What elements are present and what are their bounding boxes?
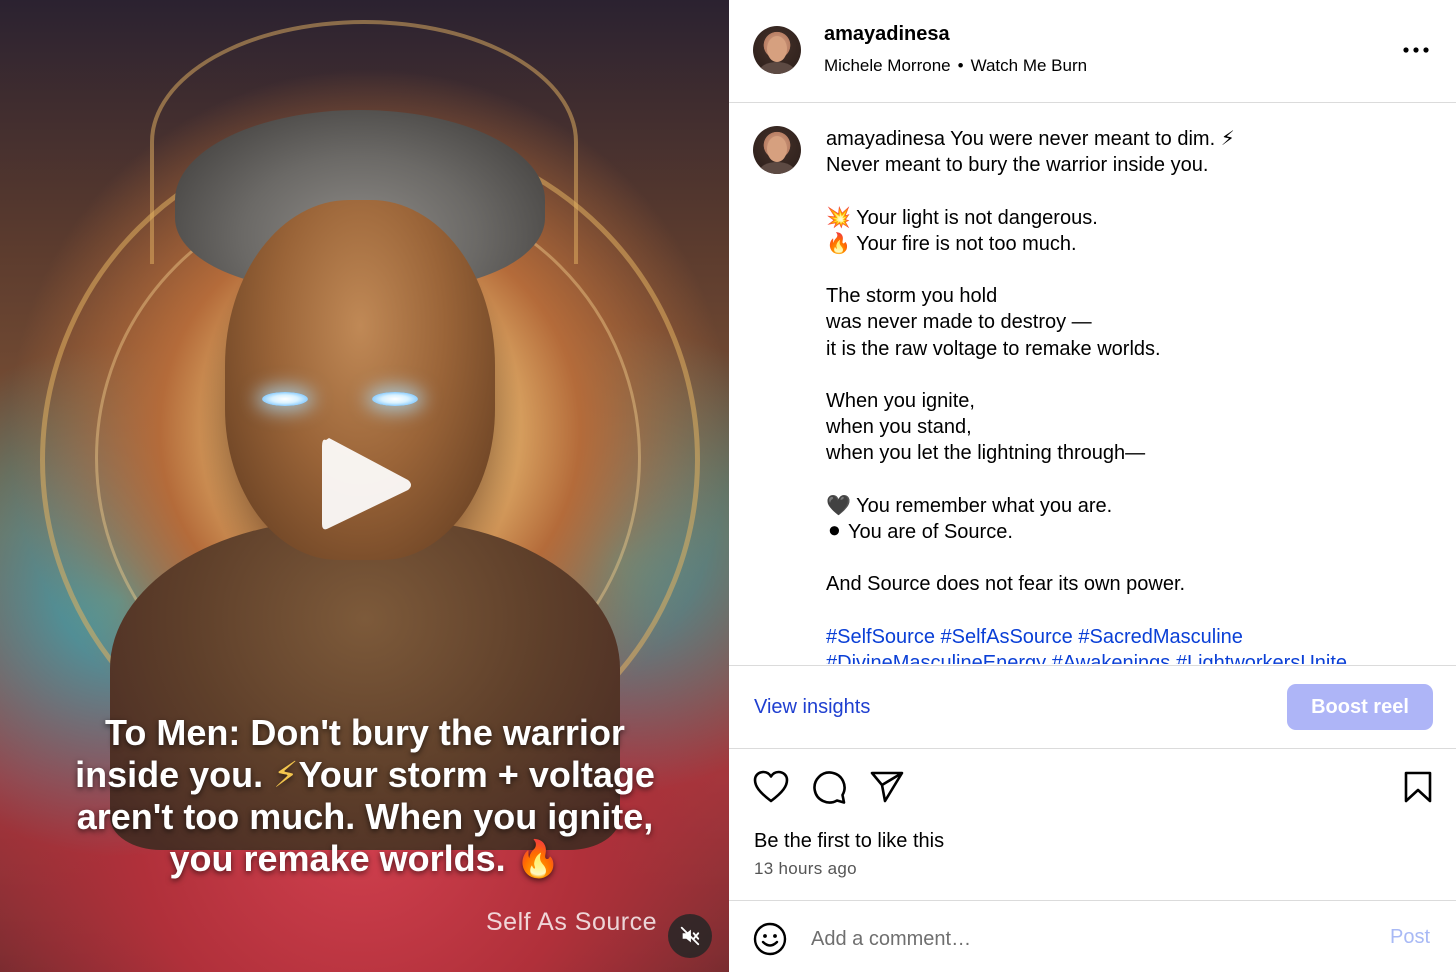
view-insights-link[interactable]: View insights bbox=[754, 696, 870, 719]
heart-icon[interactable] bbox=[753, 770, 789, 809]
overlay-line: you remake worlds. 🔥 bbox=[169, 838, 561, 879]
post-caption: amayadinesa You were never meant to dim.… bbox=[826, 126, 1426, 664]
post-timestamp[interactable]: 13 hours ago bbox=[754, 859, 857, 879]
post-comment-button[interactable]: Post bbox=[1390, 926, 1430, 949]
artist-name[interactable]: Michele Morrone bbox=[824, 56, 951, 75]
caption-line: And Source does not fear its own power. bbox=[826, 573, 1186, 596]
caption-line: The storm you hold bbox=[826, 285, 998, 308]
bookmark-icon[interactable] bbox=[1403, 770, 1433, 809]
hashtags[interactable]: #SelfSource #SelfAsSource #SacredMasculi… bbox=[826, 624, 1426, 650]
audio-attribution[interactable]: Michele Morrone • Watch Me Burn bbox=[824, 56, 1087, 76]
boost-reel-button[interactable]: Boost reel bbox=[1287, 684, 1433, 730]
divider bbox=[729, 748, 1456, 749]
caption-username[interactable]: amayadinesa bbox=[826, 128, 945, 150]
caption-line: 🖤 You remember what you are. bbox=[826, 494, 1113, 517]
likes-text[interactable]: Be the first to like this bbox=[754, 830, 944, 853]
caption-line: 🔥 Your fire is not too much. bbox=[826, 232, 1077, 255]
header-username[interactable]: amayadinesa bbox=[824, 23, 950, 46]
caption-line: ⚫ You are of Source. bbox=[826, 520, 1013, 543]
emoji-icon[interactable] bbox=[753, 922, 787, 956]
caption-line: it is the raw voltage to remake worlds. bbox=[826, 337, 1161, 360]
lightning-icon: ⚡ bbox=[273, 754, 299, 795]
glowing-eye-right bbox=[372, 392, 418, 406]
avatar[interactable] bbox=[753, 26, 801, 74]
caption-line: was never made to destroy — bbox=[826, 311, 1092, 334]
divider bbox=[729, 665, 1456, 666]
caption-line: when you stand, bbox=[826, 416, 972, 439]
muted-speaker-icon[interactable] bbox=[668, 914, 712, 958]
watermark: Self As Source bbox=[486, 908, 657, 936]
hashtags[interactable]: #DivineMasculineEnergy #Awakenings #Ligh… bbox=[826, 650, 1426, 664]
overlay-line: inside you. ⚡Your storm + voltage bbox=[75, 754, 655, 795]
divider bbox=[729, 102, 1456, 103]
divider bbox=[729, 900, 1456, 901]
comment-input[interactable] bbox=[811, 922, 1371, 956]
share-icon[interactable] bbox=[869, 770, 905, 809]
caption-line: Never meant to bury the warrior inside y… bbox=[826, 154, 1209, 177]
caption-line: 💥 Your light is not dangerous. bbox=[826, 206, 1098, 229]
post-panel: amayadinesa Michele Morrone • Watch Me Bur… bbox=[729, 0, 1456, 972]
caption-line: When you ignite, bbox=[826, 389, 975, 412]
caption-line: amayadinesa You were never meant to dim.… bbox=[826, 128, 1235, 150]
overlay-line: To Men: Don't bury the warrior bbox=[105, 712, 625, 753]
caption-line: when you let the lightning through— bbox=[826, 442, 1146, 465]
video-overlay-text: To Men: Don't bury the warrior inside yo… bbox=[40, 712, 690, 880]
play-icon[interactable] bbox=[312, 430, 422, 540]
caption-avatar[interactable] bbox=[753, 126, 801, 174]
instagram-reel-view: To Men: Don't bury the warrior inside yo… bbox=[0, 0, 1456, 972]
reel-video[interactable]: To Men: Don't bury the warrior inside yo… bbox=[0, 0, 729, 972]
glowing-eye-left bbox=[262, 392, 308, 406]
overlay-line: aren't too much. When you ignite, bbox=[76, 796, 654, 837]
more-options-icon[interactable] bbox=[1401, 38, 1431, 62]
song-title[interactable]: Watch Me Burn bbox=[971, 56, 1088, 75]
comment-icon[interactable] bbox=[811, 769, 847, 810]
separator: • bbox=[957, 56, 964, 75]
